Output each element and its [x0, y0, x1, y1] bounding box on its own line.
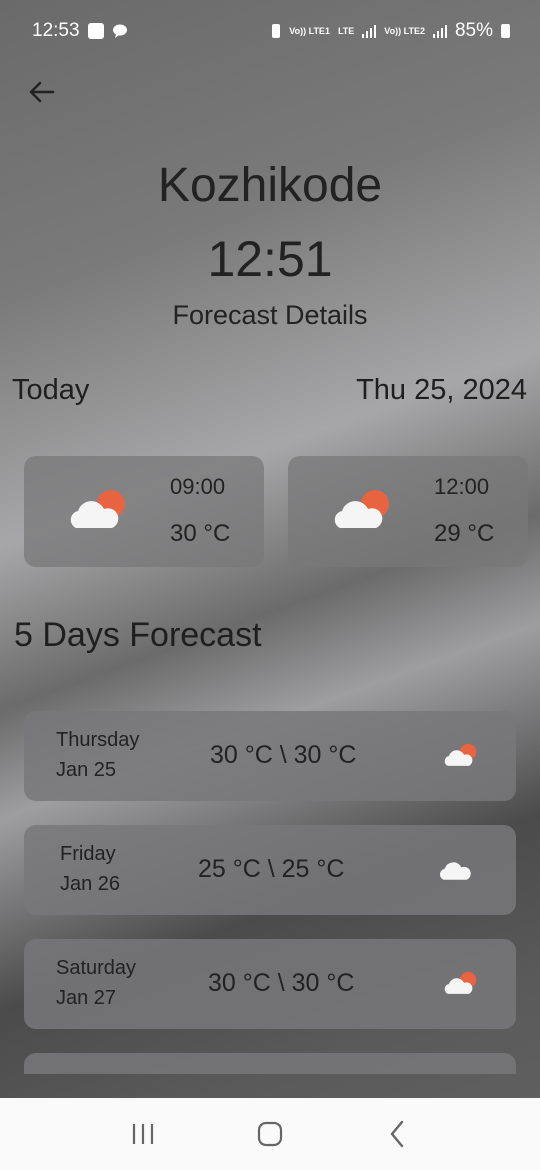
- forecast-temp-range: 25 °C \ 25 °C: [198, 855, 345, 883]
- forecast-day-date: Jan 25: [56, 759, 117, 781]
- forecast-day-card-partial[interactable]: [24, 1053, 516, 1074]
- back-button[interactable]: [26, 76, 58, 108]
- forecast-day-date: Jan 26: [60, 873, 121, 895]
- nav-back-button[interactable]: [377, 1114, 417, 1154]
- today-label: Today: [12, 374, 90, 406]
- cloud-sun-icon: [444, 971, 477, 994]
- hourly-time: 09:00: [170, 474, 226, 499]
- battery-percent: 85%: [454, 20, 493, 41]
- hourly-temp: 29 °C: [434, 520, 495, 547]
- battery-saver-icon: [272, 24, 281, 38]
- system-nav-bar: [0, 1098, 540, 1170]
- forecast-temp-range: 30 °C \ 30 °C: [210, 741, 357, 769]
- hourly-card[interactable]: 09:00 30 °C: [24, 456, 264, 567]
- forecast-temp-range: 30 °C \ 30 °C: [208, 969, 355, 997]
- forecast-title: 5 Days Forecast: [14, 616, 262, 654]
- cloud-sun-icon: [334, 490, 389, 528]
- gallery-icon: [87, 23, 104, 39]
- forecast-day-date: Jan 27: [56, 987, 117, 1009]
- recent-apps-button[interactable]: [123, 1114, 163, 1154]
- page-subtitle: Forecast Details: [172, 300, 368, 330]
- network-lte-label: LTE: [337, 25, 355, 36]
- signal-1-icon: [362, 24, 377, 38]
- status-time: 12:53: [32, 20, 80, 41]
- forecast-day-name: Friday: [60, 843, 116, 865]
- home-button[interactable]: [250, 1114, 290, 1154]
- cloud-icon: [439, 862, 471, 880]
- network-1-label: Vo)) LTE1: [289, 25, 330, 36]
- status-right: Vo)) LTE1 LTE Vo)) LTE2 85%: [271, 20, 510, 42]
- hourly-time: 12:00: [434, 474, 490, 499]
- arrow-left-icon: [29, 81, 55, 103]
- current-time: 12:51: [207, 231, 333, 287]
- chat-icon: [112, 24, 127, 38]
- cloud-sun-icon: [444, 743, 477, 766]
- forecast-day-card[interactable]: Friday Jan 26 25 °C \ 25 °C: [24, 825, 516, 915]
- hourly-card[interactable]: 12:00 29 °C: [288, 456, 528, 567]
- city-name: Kozhikode: [157, 159, 383, 212]
- forecast-day-card[interactable]: Thursday Jan 25 30 °C \ 30 °C: [24, 711, 516, 801]
- network-2-label: Vo)) LTE2: [384, 25, 425, 36]
- recent-apps-icon: [133, 1124, 154, 1144]
- cloud-sun-icon: [70, 490, 125, 528]
- forecast-day-name: Saturday: [56, 957, 137, 979]
- today-date: Thu 25, 2024: [356, 374, 527, 406]
- battery-icon: [501, 24, 510, 38]
- status-left: 12:53: [32, 20, 128, 42]
- home-icon: [257, 1121, 283, 1147]
- hourly-temp: 30 °C: [170, 520, 231, 547]
- signal-2-icon: [432, 24, 447, 38]
- chevron-left-icon: [390, 1120, 403, 1148]
- forecast-day-card[interactable]: Saturday Jan 27 30 °C \ 30 °C: [24, 939, 516, 1029]
- forecast-day-name: Thursday: [56, 729, 140, 751]
- status-bar: 12:53 Vo)) LTE1 LTE Vo)) LTE2 85%: [0, 0, 540, 62]
